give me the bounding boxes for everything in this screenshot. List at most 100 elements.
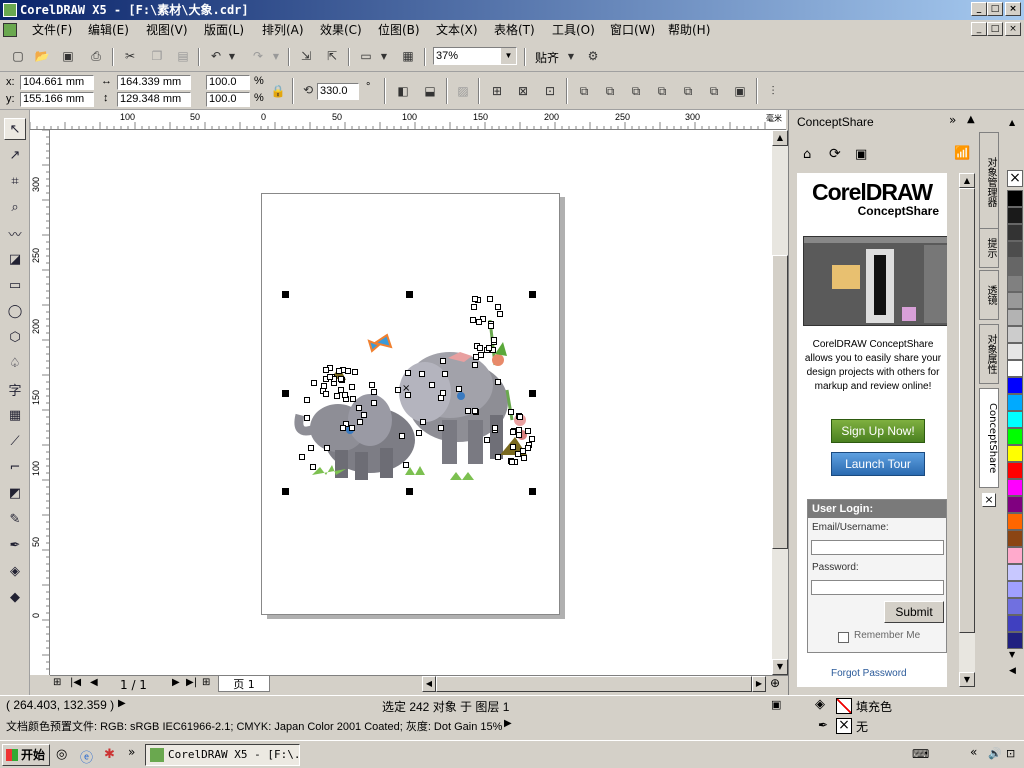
freehand-tool-icon[interactable]: 〰 [4,222,26,244]
node-marker[interactable] [403,462,409,468]
page-tab[interactable]: 页 1 [218,676,270,692]
node-marker[interactable] [395,387,401,393]
connector-tool-icon[interactable]: ⌐ [4,456,26,478]
node-marker[interactable] [529,436,535,442]
color-swatch[interactable] [1007,615,1023,632]
navigator-icon[interactable]: ⊕ [770,676,780,690]
node-marker[interactable] [497,311,503,317]
rotation-center-icon[interactable]: × [402,383,410,394]
node-marker[interactable] [321,383,327,389]
color-swatch[interactable] [1007,530,1023,547]
color-swatch[interactable] [1007,513,1023,530]
node-marker[interactable] [465,408,471,414]
color-swatch[interactable] [1007,547,1023,564]
paste-icon[interactable]: ▤ [173,46,193,66]
eyedropper-tool-icon[interactable]: ✎ [4,508,26,530]
node-marker[interactable] [484,437,490,443]
node-marker[interactable] [492,425,498,431]
smart-fill-tool-icon[interactable]: ◪ [4,248,26,270]
doc-close-button[interactable]: × [1005,22,1021,36]
node-marker[interactable] [472,362,478,368]
x-position-field[interactable]: 104.661 mm [20,75,94,90]
node-marker[interactable] [521,455,527,461]
node-marker[interactable] [304,397,310,403]
fill-tool-icon[interactable]: ◈ [4,560,26,582]
node-marker[interactable] [327,374,333,380]
snap-dropdown-icon[interactable]: ▼ [565,46,577,66]
welcome-screen-icon[interactable]: ▦ [398,46,418,66]
vertical-ruler[interactable]: 300 250 200 150 100 50 0 [30,130,50,675]
color-swatch[interactable] [1007,445,1023,462]
dimension-tool-icon[interactable]: ⟋ [4,430,26,452]
color-swatch[interactable] [1007,326,1023,343]
align-distribute-icon[interactable]: ⫶ [763,81,783,101]
color-swatch[interactable] [1007,343,1023,360]
node-marker[interactable] [399,433,405,439]
color-swatch[interactable] [1007,309,1023,326]
expand-icon[interactable]: » [949,113,956,127]
minimize-button[interactable]: _ [971,2,987,16]
profile-expand-icon[interactable]: ▶ [504,718,512,729]
options-icon[interactable]: ⚙ [583,46,603,66]
color-swatch[interactable] [1007,581,1023,598]
node-marker[interactable] [308,445,314,451]
menu-item[interactable]: 文本(X) [432,22,482,38]
interactive-fill-tool-icon[interactable]: ◆ [4,586,26,608]
close-button[interactable]: × [1005,2,1021,16]
node-marker[interactable] [471,304,477,310]
quick-launch-more-icon[interactable]: » [128,745,135,759]
node-marker[interactable] [419,371,425,377]
palette-scroll-down[interactable]: ▼ [1009,650,1015,659]
node-marker[interactable] [456,386,462,392]
boundary-icon[interactable]: ▣ [730,81,750,101]
color-swatch[interactable] [1007,496,1023,513]
node-marker[interactable] [299,454,305,460]
redo-icon[interactable]: ↷ [248,46,268,66]
no-color-swatch[interactable]: × [1007,170,1023,187]
node-marker[interactable] [495,454,501,460]
node-marker[interactable] [476,319,482,325]
node-marker[interactable] [508,409,514,415]
scroll-thumb[interactable] [772,255,788,549]
node-marker[interactable] [311,380,317,386]
mirror-vertical-icon[interactable]: ⬓ [420,81,440,101]
docker-scroll-up[interactable]: ▲ [959,173,975,188]
selection-handle[interactable] [406,488,413,495]
doc-restore-button[interactable]: □ [987,22,1003,36]
node-marker[interactable] [338,376,344,382]
horizontal-ruler[interactable]: 100 50 0 50 100 150 200 250 300 毫米 [30,110,786,130]
forgot-password-link[interactable]: Forgot Password [831,668,907,679]
doc-minimize-button[interactable]: _ [971,22,987,36]
export-icon[interactable]: ⇱ [322,46,342,66]
docker-tab[interactable]: 透镜 [979,270,999,320]
next-page-icon[interactable]: ▶ [172,677,180,688]
color-swatch[interactable] [1007,207,1023,224]
selection-handle[interactable] [529,390,536,397]
palette-expand[interactable]: ◀ [1009,666,1016,676]
elephant-artwork[interactable] [50,130,772,675]
front-minus-back-icon[interactable]: ⧉ [678,81,698,101]
save-icon[interactable]: ▣ [58,46,78,66]
menu-item[interactable]: 排列(A) [258,22,308,38]
prev-page-icon[interactable]: ◀ [90,677,98,688]
node-marker[interactable] [509,459,515,465]
node-marker[interactable] [470,317,476,323]
zoom-level-select[interactable]: 37% ▼ [433,47,517,65]
docker-tab[interactable]: ConceptShare [979,388,999,488]
color-swatch[interactable] [1007,241,1023,258]
snap-to-menu[interactable]: 贴齐 [535,49,559,66]
node-marker[interactable] [371,400,377,406]
ungroup-all-icon[interactable]: ⊡ [540,81,560,101]
menu-item[interactable]: 编辑(E) [84,22,133,38]
refresh-icon[interactable]: ⟳ [829,146,841,162]
node-marker[interactable] [324,445,330,451]
node-marker[interactable] [336,368,342,374]
simplify-icon[interactable]: ⧉ [652,81,672,101]
print-icon[interactable]: ⎙ [86,46,106,66]
height-field[interactable]: 129.348 mm [117,92,191,107]
color-swatch[interactable] [1007,462,1023,479]
hscroll-left-button[interactable]: ◀ [422,676,436,692]
crop-tool-icon[interactable]: ⌗ [4,170,26,192]
import-icon[interactable]: ⇲ [296,46,316,66]
menu-item[interactable]: 效果(C) [316,22,366,38]
